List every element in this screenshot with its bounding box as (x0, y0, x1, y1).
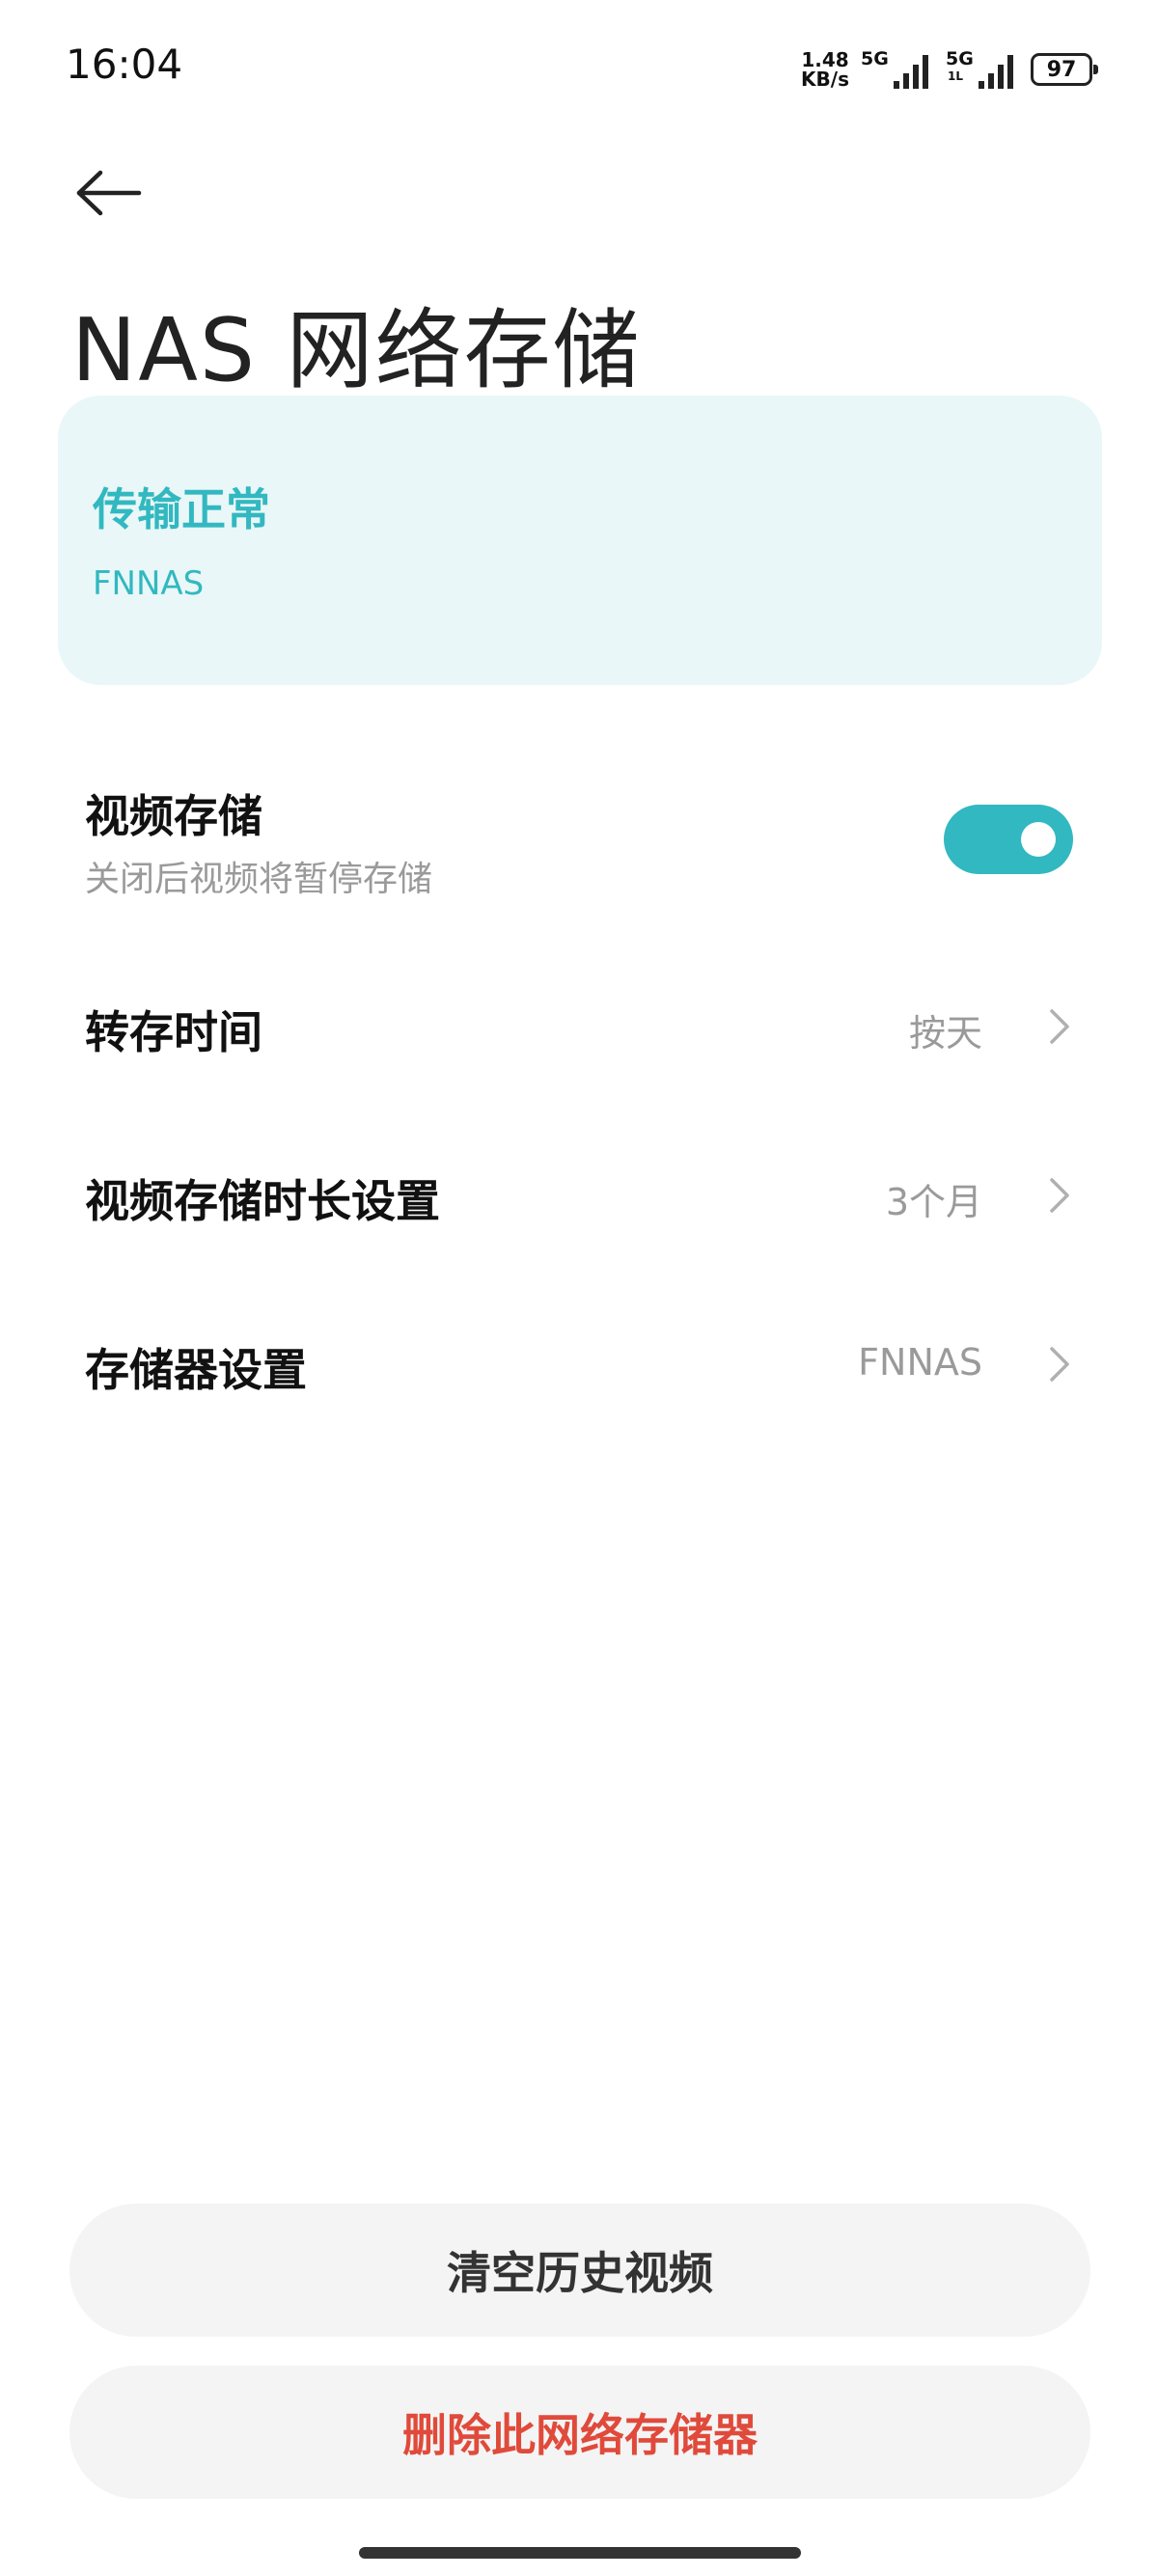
back-button[interactable] (75, 159, 152, 227)
retention-period-label: 视频存储时长设置 (85, 1175, 440, 1227)
storage-device-label: 存储器设置 (85, 1344, 307, 1396)
sim2-signal-icon: 5G 1L (946, 48, 1019, 91)
sim1-signal-icon: 5G (861, 48, 934, 91)
home-indicator[interactable] (359, 2547, 801, 2559)
chevron-right-icon (1050, 1178, 1069, 1213)
battery-level: 97 (1046, 57, 1077, 82)
status-time: 16:04 (66, 41, 183, 88)
delete-storage-button[interactable]: 删除此网络存储器 (69, 2366, 1090, 2499)
retention-period-row[interactable]: 视频存储时长设置 3个月 (0, 1143, 1158, 1249)
signal-bars-icon (979, 55, 1013, 89)
storage-device-name: FNNAS (93, 564, 205, 603)
storage-device-row[interactable]: 存储器设置 FNNAS (0, 1312, 1158, 1418)
chevron-right-icon (1050, 1009, 1069, 1044)
storage-status-card: 传输正常 FNNAS (58, 396, 1102, 685)
video-storage-label: 视频存储 (85, 790, 262, 842)
transfer-time-label: 转存时间 (85, 1006, 262, 1058)
network-speed-value: 1.48 (801, 48, 849, 71)
toggle-knob (1021, 822, 1056, 857)
sim2-network-type: 5G (946, 48, 974, 69)
retention-period-value: 3个月 (885, 1181, 982, 1223)
video-storage-toggle[interactable] (944, 805, 1073, 874)
transfer-time-value: 按天 (908, 1012, 982, 1055)
transfer-status-text: 传输正常 (93, 483, 270, 535)
network-speed-unit: KB/s (801, 68, 849, 91)
page-title: NAS 网络存储 (71, 300, 642, 401)
clear-history-button[interactable]: 清空历史视频 (69, 2204, 1090, 2337)
storage-device-value: FNNAS (858, 1341, 982, 1384)
signal-bars-icon (894, 55, 928, 89)
sim2-sub-label: 1L (948, 69, 963, 83)
video-storage-description: 关闭后视频将暂停存储 (85, 860, 433, 899)
transfer-time-row[interactable]: 转存时间 按天 (0, 974, 1158, 1081)
status-bar: 16:04 1.48 KB/s 5G 5G 1L 97 (0, 0, 1158, 135)
battery-icon: 97 (1031, 53, 1098, 86)
chevron-right-icon (1050, 1347, 1069, 1382)
arrow-left-icon (76, 170, 142, 216)
network-speed: 1.48 KB/s (801, 50, 849, 89)
sim1-network-type: 5G (861, 48, 889, 69)
status-icons: 1.48 KB/s 5G 5G 1L 97 (801, 46, 1098, 93)
video-storage-row: 视频存储 关闭后视频将暂停存储 (0, 772, 1158, 917)
